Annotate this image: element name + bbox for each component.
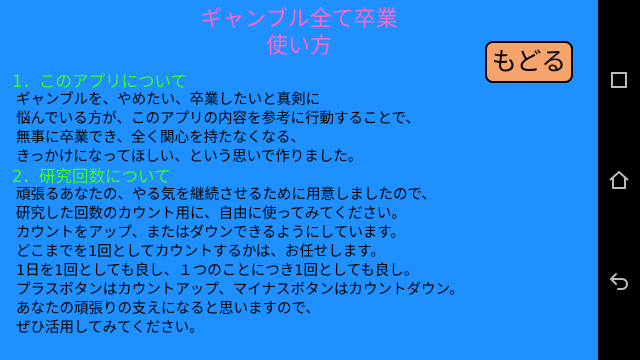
body-line: 頑張るあなたの、やる気を継続させるために用意しましたので、 — [16, 187, 436, 203]
body-line: きっかけになってほしい、という思いで作りました。 — [16, 149, 363, 165]
body-line: カウントをアップ、またはダウンできるようにしています。 — [16, 225, 405, 241]
app-screen: ギャンブル全て卒業 使い方 もどる 1．このアプリについて ギャンブルを、やめた… — [0, 0, 598, 360]
page-title-main: ギャンブル全て卒業 — [200, 7, 398, 32]
body-line: ぜひ活用してみてください。 — [16, 320, 204, 336]
body-line: あなたの頑張りの支えになると思いますので、 — [16, 301, 320, 317]
screen: ギャンブル全て卒業 使い方 もどる 1．このアプリについて ギャンブルを、やめた… — [0, 0, 640, 360]
section-heading: 1．このアプリについて — [12, 72, 188, 91]
body-line: 1日を1回としても良し、１つのことにつき1回としても良し。 — [16, 263, 419, 279]
body-line: どこまでを1回としてカウントするかは、お任せします。 — [16, 244, 385, 260]
recent-apps-icon[interactable] — [607, 68, 631, 92]
system-navigation-bar — [598, 0, 640, 360]
body-line: プラスボタンはカウントアップ、マイナスボタンはカウントダウン。 — [16, 282, 464, 298]
back-icon[interactable] — [607, 268, 631, 292]
home-icon[interactable] — [607, 168, 631, 192]
usage-content: 1．このアプリについて ギャンブルを、やめたい、卒業したいと真剣に 悩んでいる方… — [12, 72, 572, 338]
section-heading: 2．研究回数について — [12, 167, 171, 186]
body-line: 悩んでいる方が、このアプリの内容を参考に行動することで、 — [16, 111, 420, 127]
section-research-count: 2．研究回数について 頑張るあなたの、やる気を継続させるために用意しましたので、… — [12, 167, 572, 338]
body-line: 無事に卒業でき、全く関心を持たなくなる、 — [16, 130, 305, 146]
body-line: ギャンブルを、やめたい、卒業したいと真剣に — [16, 92, 321, 108]
section-about-app: 1．このアプリについて ギャンブルを、やめたい、卒業したいと真剣に 悩んでいる方… — [12, 72, 572, 167]
body-line: 研究した回数のカウント用に、自由に使ってみてください。 — [16, 206, 406, 222]
